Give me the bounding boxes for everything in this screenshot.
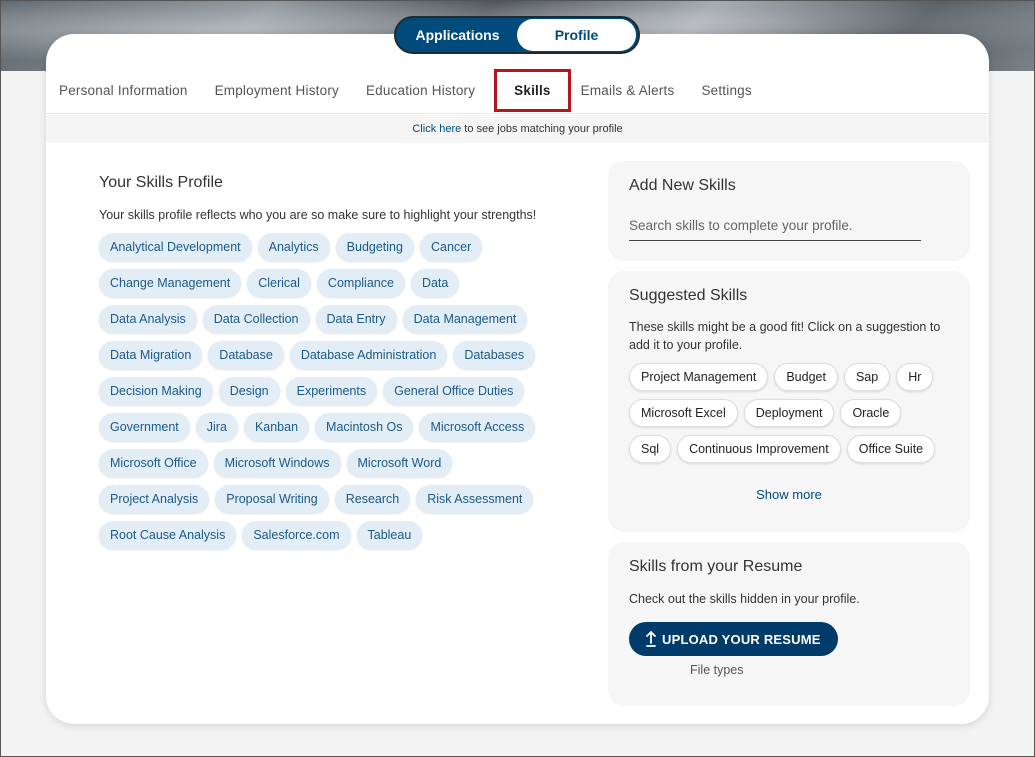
skill-chip-project-analysis[interactable]: Project Analysis — [99, 485, 210, 513]
skill-chip-macintosh-os[interactable]: Macintosh Os — [315, 413, 414, 441]
tab-settings[interactable]: Settings — [701, 74, 751, 107]
skill-chip-database[interactable]: Database — [208, 341, 284, 369]
skill-chip-database-administration[interactable]: Database Administration — [289, 341, 448, 369]
skill-chip-proposal-writing[interactable]: Proposal Writing — [215, 485, 329, 513]
view-toggle: Applications Profile — [394, 16, 640, 54]
suggested-chip-microsoft-excel[interactable]: Microsoft Excel — [629, 399, 738, 427]
skill-chip-root-cause-analysis[interactable]: Root Cause Analysis — [99, 521, 237, 549]
profile-card: Personal Information Employment History … — [46, 34, 989, 724]
skills-chip-list: Analytical Development Analytics Budgeting… — [99, 233, 539, 549]
add-skills-title: Add New Skills — [629, 177, 736, 194]
suggested-chip-sap[interactable]: Sap — [843, 363, 891, 391]
skills-profile-description: Your skills profile reflects who you are… — [99, 208, 537, 222]
suggested-chip-oracle[interactable]: Oracle — [840, 399, 902, 427]
suggested-skills-description: These skills might be a good fit! Click … — [629, 320, 941, 352]
skill-chip-clerical[interactable]: Clerical — [247, 269, 311, 297]
suggested-skills-title: Suggested Skills — [629, 287, 748, 304]
skill-chip-decision-making[interactable]: Decision Making — [99, 377, 213, 405]
skill-chip-analytical-development[interactable]: Analytical Development — [99, 233, 252, 261]
add-skills-panel: Add New Skills — [608, 161, 970, 261]
skill-chip-kanban[interactable]: Kanban — [243, 413, 310, 441]
skill-chip-data-migration[interactable]: Data Migration — [99, 341, 203, 369]
skills-profile-section: Your Skills Profile Your skills profile … — [99, 174, 539, 549]
skill-chip-experiments[interactable]: Experiments — [285, 377, 378, 405]
suggested-chip-budget[interactable]: Budget — [774, 363, 838, 391]
skill-chip-microsoft-office[interactable]: Microsoft Office — [99, 449, 208, 477]
skill-chip-design[interactable]: Design — [218, 377, 280, 405]
profile-tabs: Personal Information Employment History … — [46, 68, 989, 114]
skill-chip-compliance[interactable]: Compliance — [316, 269, 405, 297]
tab-education-history[interactable]: Education History — [366, 74, 475, 107]
skill-chip-data[interactable]: Data — [410, 269, 460, 297]
upload-resume-label: UPLOAD YOUR RESUME — [662, 631, 821, 647]
skill-chip-microsoft-access[interactable]: Microsoft Access — [419, 413, 536, 441]
skill-chip-change-management[interactable]: Change Management — [99, 269, 242, 297]
skills-profile-title: Your Skills Profile — [99, 174, 223, 191]
file-types-label: File types — [690, 663, 744, 677]
skill-chip-microsoft-windows[interactable]: Microsoft Windows — [213, 449, 341, 477]
upload-resume-button[interactable]: UPLOAD YOUR RESUME — [629, 622, 838, 656]
suggested-chip-project-management[interactable]: Project Management — [629, 363, 769, 391]
skill-chip-data-management[interactable]: Data Management — [402, 305, 528, 333]
show-more-link[interactable]: Show more — [629, 487, 949, 502]
suggested-chip-continuous-improvement[interactable]: Continuous Improvement — [677, 435, 841, 463]
resume-skills-title: Skills from your Resume — [629, 558, 803, 575]
tab-emails-alerts[interactable]: Emails & Alerts — [581, 74, 675, 107]
skill-chip-research[interactable]: Research — [334, 485, 411, 513]
skill-chip-government[interactable]: Government — [99, 413, 190, 441]
banner-text: to see jobs matching your profile — [464, 123, 623, 135]
suggested-chip-hr[interactable]: Hr — [896, 363, 934, 391]
skill-search-input[interactable] — [629, 211, 921, 241]
skill-chip-general-office-duties[interactable]: General Office Duties — [383, 377, 525, 405]
skill-chip-databases[interactable]: Databases — [453, 341, 536, 369]
tab-employment-history[interactable]: Employment History — [215, 74, 339, 107]
skill-chip-jira[interactable]: Jira — [195, 413, 238, 441]
skill-chip-analytics[interactable]: Analytics — [257, 233, 330, 261]
skill-chip-salesforce-com[interactable]: Salesforce.com — [242, 521, 351, 549]
suggested-chip-deployment[interactable]: Deployment — [743, 399, 835, 427]
skill-chip-microsoft-word[interactable]: Microsoft Word — [346, 449, 453, 477]
skill-chip-risk-assessment[interactable]: Risk Assessment — [416, 485, 534, 513]
skill-chip-tableau[interactable]: Tableau — [356, 521, 423, 549]
suggested-chip-sql[interactable]: Sql — [629, 435, 672, 463]
suggested-chip-office-suite[interactable]: Office Suite — [846, 435, 936, 463]
profile-toggle[interactable]: Profile — [517, 19, 636, 51]
skill-chip-data-collection[interactable]: Data Collection — [202, 305, 310, 333]
resume-skills-panel: Skills from your Resume Check out the sk… — [608, 542, 970, 706]
upload-arrow-icon — [646, 631, 656, 647]
applications-toggle[interactable]: Applications — [398, 19, 517, 51]
resume-skills-description: Check out the skills hidden in your prof… — [629, 592, 860, 606]
skill-chip-data-analysis[interactable]: Data Analysis — [99, 305, 197, 333]
tab-personal-information[interactable]: Personal Information — [59, 74, 188, 107]
skill-chip-data-entry[interactable]: Data Entry — [315, 305, 397, 333]
suggested-chip-list: Project Management Budget Sap Hr Microsoft E… — [629, 363, 949, 463]
click-here-link[interactable]: Click here — [412, 123, 461, 135]
skill-chip-cancer[interactable]: Cancer — [419, 233, 483, 261]
matching-jobs-banner: Click here to see jobs matching your pro… — [46, 115, 989, 143]
tab-skills[interactable]: Skills — [494, 69, 571, 112]
suggested-skills-panel: Suggested Skills These skills might be a… — [608, 271, 970, 532]
skill-chip-budgeting[interactable]: Budgeting — [335, 233, 414, 261]
